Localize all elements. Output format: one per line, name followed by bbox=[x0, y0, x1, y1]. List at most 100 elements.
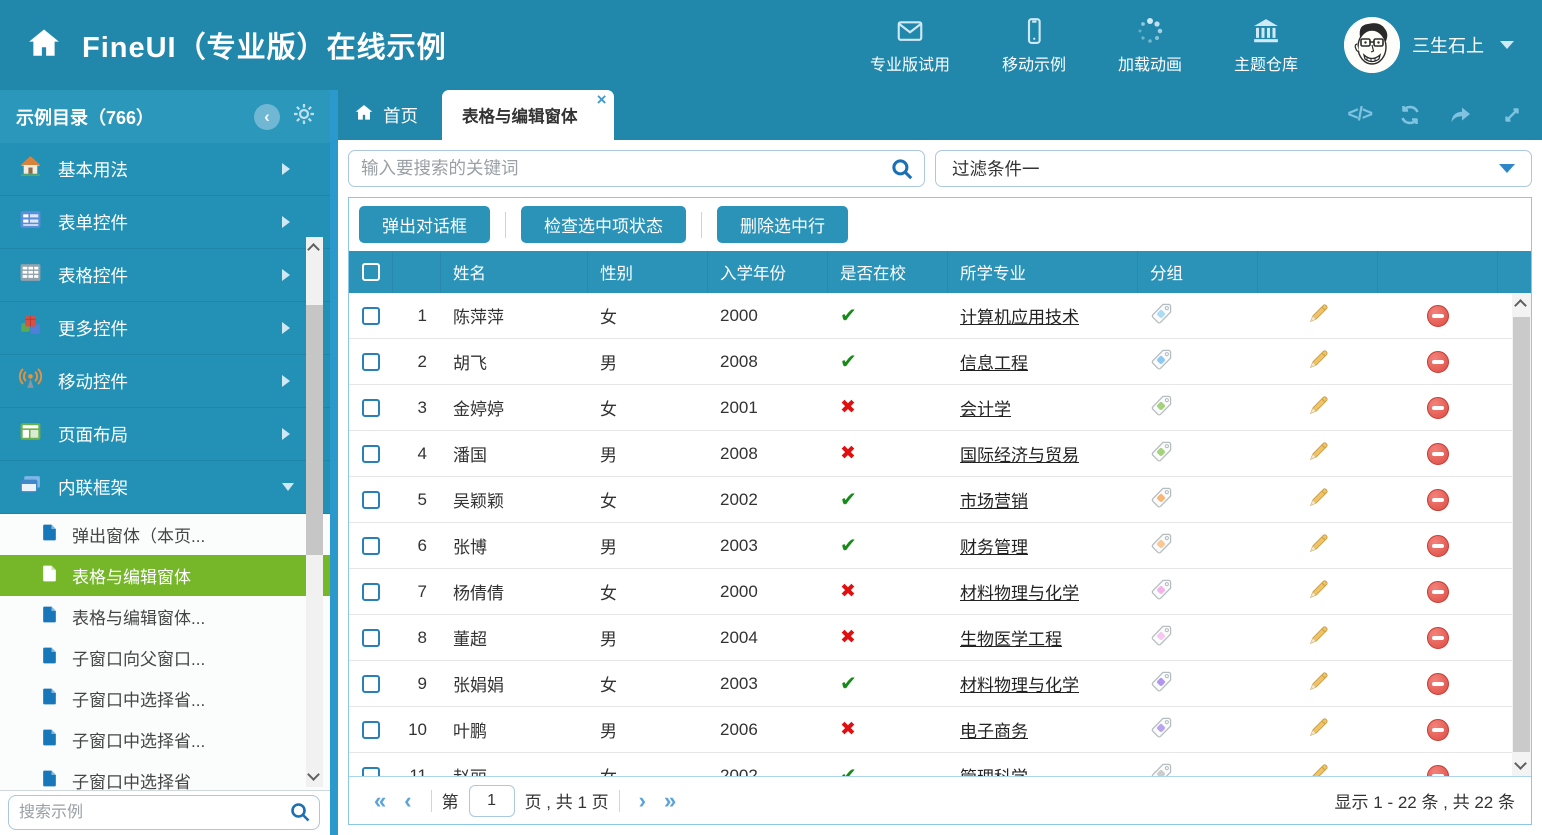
row-checkbox[interactable] bbox=[362, 399, 380, 417]
sidebar-item-mobile-controls[interactable]: 移动控件 bbox=[0, 355, 330, 408]
delete-row-icon[interactable] bbox=[1427, 719, 1449, 741]
major-link[interactable]: 国际经济与贸易 bbox=[960, 441, 1079, 466]
nav-loading-animation[interactable]: 加载动画 bbox=[1118, 16, 1182, 75]
row-checkbox[interactable] bbox=[362, 675, 380, 693]
row-checkbox[interactable] bbox=[362, 491, 380, 509]
sidebar-subitem-child-select-province-2[interactable]: 子窗口中选择省... bbox=[0, 719, 330, 760]
search-icon[interactable] bbox=[288, 800, 312, 829]
edit-pencil-icon[interactable] bbox=[1307, 578, 1330, 606]
sidebar-scrollbar[interactable] bbox=[306, 237, 323, 787]
close-icon[interactable]: × bbox=[597, 91, 607, 108]
sidebar-subitem-grid-edit-window[interactable]: 表格与编辑窗体 bbox=[0, 555, 330, 596]
major-link[interactable]: 生物医学工程 bbox=[960, 625, 1062, 650]
major-link[interactable]: 会计学 bbox=[960, 395, 1011, 420]
tag-icon[interactable] bbox=[1150, 716, 1173, 744]
search-icon[interactable] bbox=[889, 156, 915, 187]
filter-dropdown[interactable]: 过滤条件一 bbox=[935, 150, 1532, 187]
delete-row-icon[interactable] bbox=[1427, 443, 1449, 465]
tab-home[interactable]: 首页 bbox=[338, 90, 438, 140]
major-link[interactable]: 信息工程 bbox=[960, 349, 1028, 374]
major-link[interactable]: 材料物理与化学 bbox=[960, 671, 1079, 696]
edit-pencil-icon[interactable] bbox=[1307, 486, 1330, 514]
tag-icon[interactable] bbox=[1150, 762, 1173, 777]
sidebar-subitem-child-select-province-3[interactable]: 子窗口中选择省 bbox=[0, 760, 330, 790]
gear-icon[interactable] bbox=[292, 102, 316, 131]
row-checkbox[interactable] bbox=[362, 721, 380, 739]
major-link[interactable]: 材料物理与化学 bbox=[960, 579, 1079, 604]
collapse-sidebar-icon[interactable]: ‹ bbox=[254, 104, 280, 130]
row-checkbox[interactable] bbox=[362, 353, 380, 371]
column-header-group[interactable]: 分组 bbox=[1138, 251, 1258, 293]
major-link[interactable]: 市场营销 bbox=[960, 487, 1028, 512]
scroll-up-icon[interactable] bbox=[1514, 299, 1527, 312]
tag-icon[interactable] bbox=[1150, 578, 1173, 606]
nav-trial[interactable]: 专业版试用 bbox=[870, 16, 950, 75]
sidebar-item-form-controls[interactable]: 表单控件 bbox=[0, 196, 330, 249]
column-header-major[interactable]: 所学专业 bbox=[948, 251, 1138, 293]
tag-icon[interactable] bbox=[1150, 486, 1173, 514]
sidebar-subitem-popup-window[interactable]: 弹出窗体（本页... bbox=[0, 514, 330, 555]
major-link[interactable]: 电子商务 bbox=[960, 717, 1028, 742]
edit-pencil-icon[interactable] bbox=[1307, 624, 1330, 652]
next-page-icon[interactable]: › bbox=[630, 790, 655, 812]
major-link[interactable]: 管理科学 bbox=[960, 763, 1028, 776]
major-link[interactable]: 计算机应用技术 bbox=[960, 303, 1079, 328]
sidebar-item-iframe[interactable]: 内联框架 bbox=[0, 461, 330, 514]
nav-mobile-demo[interactable]: 移动示例 bbox=[1002, 16, 1066, 75]
row-checkbox[interactable] bbox=[362, 583, 380, 601]
scroll-down-icon[interactable] bbox=[307, 768, 320, 781]
user-menu[interactable]: 三生石上 bbox=[1298, 17, 1542, 73]
delete-row-icon[interactable] bbox=[1427, 581, 1449, 603]
sidebar-splitter[interactable] bbox=[330, 90, 338, 835]
view-source-icon[interactable]: </> bbox=[1348, 104, 1372, 126]
row-checkbox[interactable] bbox=[362, 537, 380, 555]
page-number-input[interactable] bbox=[469, 785, 515, 817]
edit-pencil-icon[interactable] bbox=[1307, 302, 1330, 330]
open-dialog-button[interactable]: 弹出对话框 bbox=[359, 206, 490, 243]
sidebar-subitem-grid-edit-window2[interactable]: 表格与编辑窗体... bbox=[0, 596, 330, 637]
delete-row-icon[interactable] bbox=[1427, 351, 1449, 373]
keyword-search-input[interactable] bbox=[348, 150, 925, 187]
edit-pencil-icon[interactable] bbox=[1307, 394, 1330, 422]
select-all-checkbox[interactable] bbox=[362, 263, 380, 281]
sidebar-item-basic-usage[interactable]: 基本用法 bbox=[0, 143, 330, 196]
tab-grid-edit-window[interactable]: 表格与编辑窗体 × bbox=[442, 90, 614, 140]
tag-icon[interactable] bbox=[1150, 348, 1173, 376]
row-checkbox[interactable] bbox=[362, 767, 380, 777]
nav-theme-repo[interactable]: 主题仓库 bbox=[1234, 16, 1298, 75]
last-page-icon[interactable]: » bbox=[655, 790, 685, 812]
delete-row-icon[interactable] bbox=[1427, 765, 1449, 777]
delete-row-icon[interactable] bbox=[1427, 489, 1449, 511]
check-selected-button[interactable]: 检查选中项状态 bbox=[521, 206, 686, 243]
sidebar-subitem-child-to-parent[interactable]: 子窗口向父窗口... bbox=[0, 637, 330, 678]
tag-icon[interactable] bbox=[1150, 532, 1173, 560]
edit-pencil-icon[interactable] bbox=[1307, 670, 1330, 698]
prev-page-icon[interactable]: ‹ bbox=[395, 790, 420, 812]
delete-selected-button[interactable]: 删除选中行 bbox=[717, 206, 848, 243]
tag-icon[interactable] bbox=[1150, 302, 1173, 330]
grid-scrollbar[interactable] bbox=[1512, 293, 1531, 776]
edit-pencil-icon[interactable] bbox=[1307, 348, 1330, 376]
edit-pencil-icon[interactable] bbox=[1307, 440, 1330, 468]
scrollbar-thumb[interactable] bbox=[1513, 317, 1530, 752]
scrollbar-thumb[interactable] bbox=[306, 305, 323, 555]
sidebar-item-more-controls[interactable]: 更多控件 bbox=[0, 302, 330, 355]
row-checkbox[interactable] bbox=[362, 307, 380, 325]
open-new-window-icon[interactable] bbox=[1448, 103, 1474, 127]
column-header-name[interactable]: 姓名 bbox=[441, 251, 588, 293]
row-checkbox[interactable] bbox=[362, 445, 380, 463]
sidebar-item-page-layout[interactable]: 页面布局 bbox=[0, 408, 330, 461]
tag-icon[interactable] bbox=[1150, 440, 1173, 468]
delete-row-icon[interactable] bbox=[1427, 627, 1449, 649]
delete-row-icon[interactable] bbox=[1427, 535, 1449, 557]
column-header-in-school[interactable]: 是否在校 bbox=[828, 251, 948, 293]
edit-pencil-icon[interactable] bbox=[1307, 762, 1330, 777]
scroll-up-icon[interactable] bbox=[307, 243, 320, 256]
sidebar-item-grid-controls[interactable]: 表格控件 bbox=[0, 249, 330, 302]
delete-row-icon[interactable] bbox=[1427, 305, 1449, 327]
sidebar-subitem-child-select-province-1[interactable]: 子窗口中选择省... bbox=[0, 678, 330, 719]
major-link[interactable]: 财务管理 bbox=[960, 533, 1028, 558]
edit-pencil-icon[interactable] bbox=[1307, 532, 1330, 560]
sidebar-search-input[interactable] bbox=[8, 795, 320, 830]
first-page-icon[interactable]: « bbox=[365, 790, 395, 812]
